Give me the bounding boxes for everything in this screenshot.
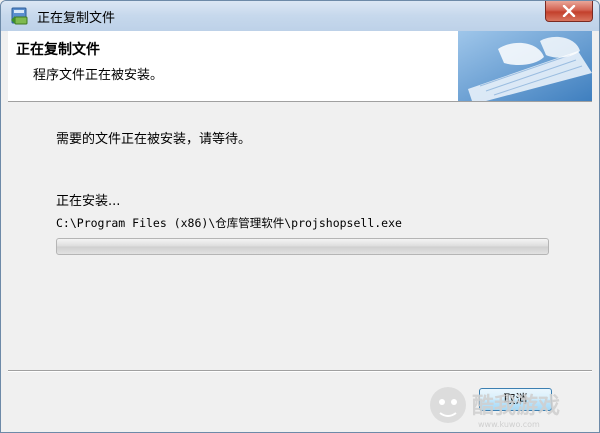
keyboard-hands-image xyxy=(458,31,592,101)
close-icon xyxy=(562,5,576,17)
content-area: 需要的文件正在被安装，请等待。 正在安装... C:\Program Files… xyxy=(8,102,592,370)
watermark-logo: 酷我游戏 www.kuwo.com xyxy=(430,387,560,429)
close-button[interactable] xyxy=(545,1,593,22)
current-file-path: C:\Program Files (x86)\仓库管理软件\projshopse… xyxy=(56,216,402,230)
installer-icon xyxy=(11,7,28,25)
footer-separator xyxy=(8,370,592,372)
wait-message: 需要的文件正在被安装，请等待。 xyxy=(56,132,252,147)
header-banner: 正在复制文件 程序文件正在被安装。 xyxy=(8,31,592,102)
window-title: 正在复制文件 xyxy=(37,11,116,26)
install-status: 正在安装... xyxy=(56,194,121,209)
watermark-text: 酷我游戏 xyxy=(472,393,560,419)
watermark-url: www.kuwo.com xyxy=(478,420,540,429)
installer-window: 正在复制文件 正在复制文件 程序文件正在被安装。 需要的文件正在被安装，请等待。… xyxy=(0,0,600,433)
header-title: 正在复制文件 xyxy=(16,42,100,58)
header-subtitle: 程序文件正在被安装。 xyxy=(33,68,164,83)
progress-bar xyxy=(56,238,549,255)
title-bar[interactable]: 正在复制文件 xyxy=(1,1,599,31)
